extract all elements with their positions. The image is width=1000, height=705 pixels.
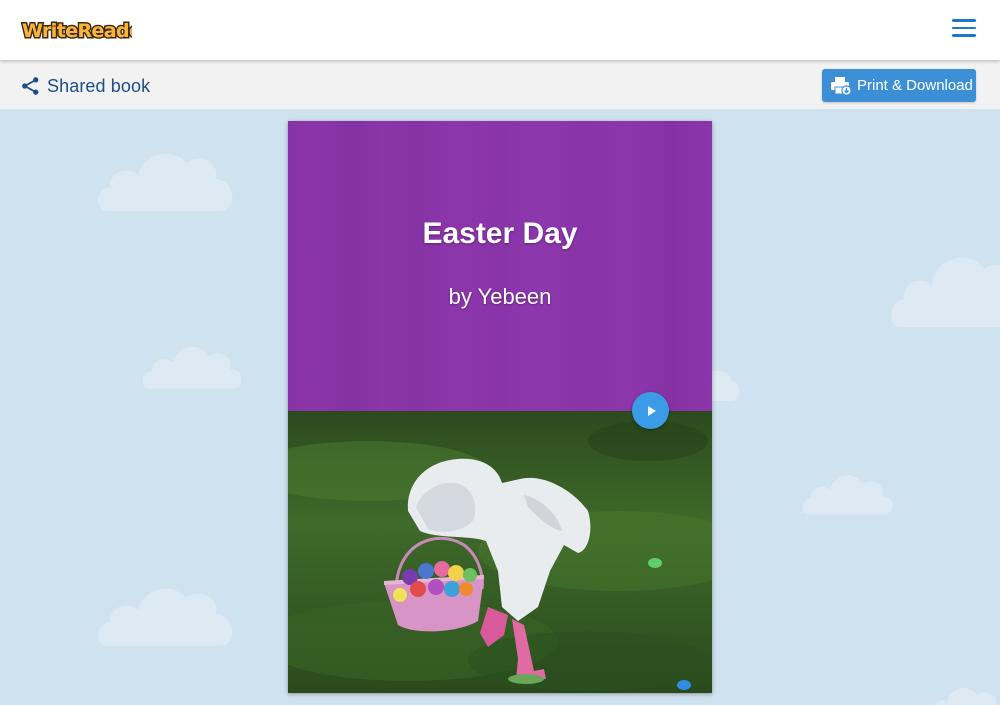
book-toolbar: Shared book Print & Download <box>0 60 1000 109</box>
cloud-decoration <box>142 346 242 389</box>
cloud-decoration <box>934 687 998 705</box>
cloud-decoration <box>97 153 233 211</box>
print-download-button[interactable]: Print & Download <box>822 69 976 102</box>
book-author: by Yebeen <box>448 284 552 309</box>
cloud-decoration <box>712 370 740 401</box>
logo-text: WriteReader <box>22 20 132 42</box>
shared-book-label: Shared book <box>47 75 151 96</box>
hamburger-icon <box>952 19 976 22</box>
book-cover[interactable]: Easter Day by Yebeen <box>288 121 712 693</box>
share-icon <box>22 77 39 95</box>
book-title: Easter Day <box>422 217 578 250</box>
cover-photo <box>288 411 712 693</box>
cover-title-panel: Easter Day by Yebeen <box>288 121 712 411</box>
writereader-logo[interactable]: WriteReader WriteReader <box>20 14 133 44</box>
cloud-decoration <box>891 257 1000 327</box>
cloud-decoration <box>802 475 893 514</box>
print-download-label: Print & Download <box>857 77 973 94</box>
hamburger-icon-line <box>952 26 976 30</box>
hamburger-menu-button[interactable] <box>952 19 976 41</box>
printer-download-icon <box>831 76 852 96</box>
easter-egg-hunt-image <box>288 411 712 693</box>
cloud-decoration <box>97 588 233 646</box>
play-audio-button[interactable] <box>632 392 669 429</box>
hamburger-icon-line <box>952 34 976 37</box>
shared-book-link[interactable]: Shared book <box>21 75 150 97</box>
play-icon <box>647 405 656 416</box>
top-navigation-bar: WriteReader WriteReader <box>0 0 1000 60</box>
